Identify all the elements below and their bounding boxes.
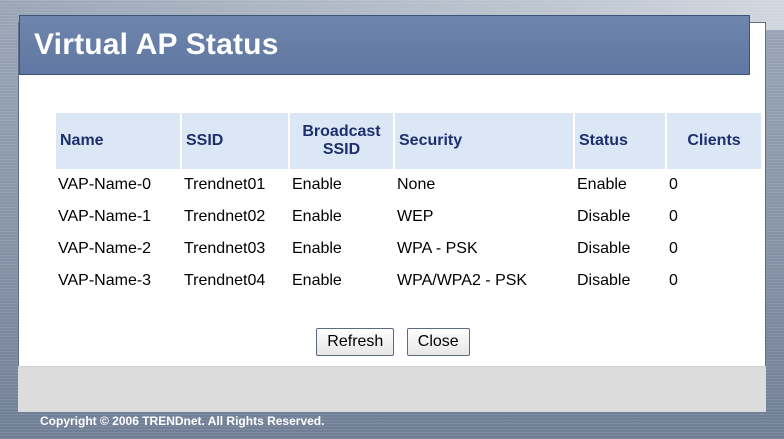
cell-status: Disable xyxy=(577,240,631,257)
footer-bar xyxy=(18,366,766,412)
cell-clients: 0 xyxy=(669,240,678,257)
header-name: Name xyxy=(56,113,180,169)
cell-name: VAP-Name-0 xyxy=(58,176,152,193)
cell-security: WEP xyxy=(397,208,434,225)
cell-broadcast: Enable xyxy=(292,208,342,225)
header-broadcast-line2: SSID xyxy=(322,141,361,158)
cell-security: WPA - PSK xyxy=(397,240,478,257)
table-header-row: Name SSID Broadcast SSID Security Status… xyxy=(56,113,761,169)
cell-ssid: Trendnet02 xyxy=(184,208,266,225)
title-bar: Virtual AP Status xyxy=(19,15,750,75)
cell-clients: 0 xyxy=(669,208,678,225)
virtual-ap-status-table: Name SSID Broadcast SSID Security Status… xyxy=(54,113,763,297)
cell-ssid: Trendnet01 xyxy=(184,176,266,193)
table-row: VAP-Name-2 Trendnet03 Enable WPA - PSK D… xyxy=(56,233,761,265)
cell-broadcast: Enable xyxy=(292,272,342,289)
cell-status: Enable xyxy=(577,176,627,193)
cell-broadcast: Enable xyxy=(292,240,342,257)
cell-name: VAP-Name-3 xyxy=(58,272,152,289)
cell-ssid: Trendnet04 xyxy=(184,272,266,289)
cell-name: VAP-Name-1 xyxy=(58,208,152,225)
header-clients: Clients xyxy=(667,113,761,169)
cell-clients: 0 xyxy=(669,272,678,289)
cell-broadcast: Enable xyxy=(292,176,342,193)
header-ssid: SSID xyxy=(182,113,288,169)
refresh-button[interactable]: Refresh xyxy=(316,328,395,356)
button-row: Refresh Close xyxy=(19,328,767,356)
cell-clients: 0 xyxy=(669,176,678,193)
header-broadcast-ssid: Broadcast SSID xyxy=(290,113,393,169)
header-status: Status xyxy=(575,113,665,169)
page-title: Virtual AP Status xyxy=(34,28,279,61)
dialog-panel: Virtual AP Status Name SSID Broadcast SS… xyxy=(18,15,767,412)
cell-ssid: Trendnet03 xyxy=(184,240,266,257)
close-button[interactable]: Close xyxy=(406,328,470,356)
cell-security: None xyxy=(397,176,436,193)
header-security: Security xyxy=(395,113,573,169)
table-row: VAP-Name-0 Trendnet01 Enable None Enable… xyxy=(56,169,761,201)
table-row: VAP-Name-1 Trendnet02 Enable WEP Disable… xyxy=(56,201,761,233)
cell-status: Disable xyxy=(577,208,631,225)
copyright-text: Copyright © 2006 TRENDnet. All Rights Re… xyxy=(40,414,325,428)
cell-status: Disable xyxy=(577,272,631,289)
cell-security: WPA/WPA2 - PSK xyxy=(397,272,528,289)
cell-name: VAP-Name-2 xyxy=(58,240,152,257)
header-broadcast-line1: Broadcast xyxy=(302,123,381,140)
table-row: VAP-Name-3 Trendnet04 Enable WPA/WPA2 - … xyxy=(56,265,761,297)
